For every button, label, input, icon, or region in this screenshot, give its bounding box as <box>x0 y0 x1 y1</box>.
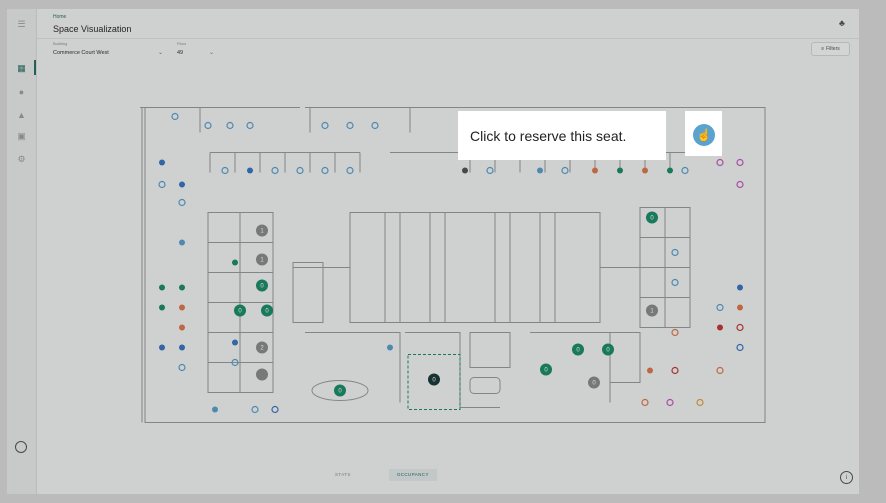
filter-icon: ≡ <box>821 46 825 52</box>
page-title: Space Visualization <box>53 24 132 34</box>
floor-select[interactable]: 49 <box>177 50 183 56</box>
menu-icon[interactable]: ☰ <box>14 17 29 32</box>
tab-occupancy[interactable]: OCCUPANCY <box>388 469 437 481</box>
alert-icon[interactable]: ▲ <box>14 107 29 122</box>
building-chevron-down-icon[interactable]: ⌄ <box>158 49 163 56</box>
dashboard-icon[interactable]: ▦ <box>14 61 29 76</box>
filters-button[interactable]: ≡ Filters <box>811 42 850 56</box>
breadcrumb[interactable]: Home <box>53 14 66 20</box>
filters-button-label: Filters <box>826 46 840 52</box>
floor-select-label: Floor <box>177 41 187 46</box>
info-icon[interactable]: i <box>840 471 853 484</box>
hand-pointer-icon[interactable]: ☝ <box>693 124 715 146</box>
tab-stats[interactable]: STATS <box>327 469 359 481</box>
grid-icon[interactable]: ▣ <box>14 129 29 144</box>
view-tabs: STATS OCCUPANCY <box>327 469 437 481</box>
notification-bell-icon[interactable]: ♣ <box>836 18 848 30</box>
account-icon[interactable] <box>15 441 27 453</box>
floor-chevron-down-icon[interactable]: ⌄ <box>209 49 214 56</box>
building-select-label: Building <box>53 41 68 46</box>
settings-icon[interactable]: ⚙ <box>14 152 29 167</box>
people-icon[interactable]: ● <box>14 84 29 99</box>
sidebar-active-indicator <box>34 60 36 75</box>
header-divider <box>37 38 859 39</box>
floor-plan: 1 1 0 0 0 2 0 0 0 0 0 0 0 1 <box>140 107 766 423</box>
reserve-seat-tooltip: Click to reserve this seat. <box>458 111 666 160</box>
sidebar: ☰ ▦ ● ▲ ▣ ⚙ <box>7 9 37 494</box>
building-select[interactable]: Commerce Court West <box>53 50 109 56</box>
tooltip-text: Click to reserve this seat. <box>470 127 627 144</box>
